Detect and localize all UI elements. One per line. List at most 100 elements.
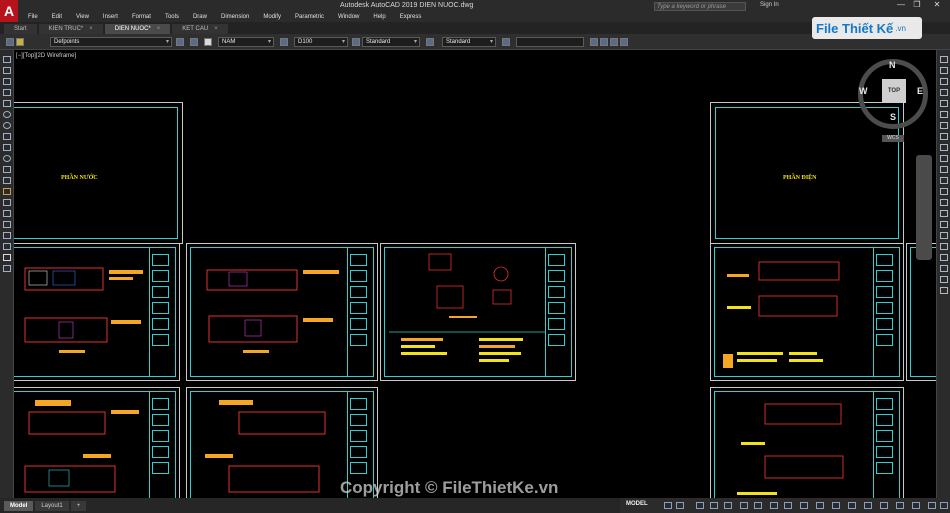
multileader-style-dropdown[interactable] [516,37,584,47]
menu-format[interactable]: Format [132,14,151,20]
polar-icon[interactable] [710,502,718,509]
join-icon[interactable] [940,188,948,195]
erase-icon[interactable] [940,56,948,63]
dim-style-dropdown[interactable]: Standard ▾ [442,37,496,47]
chamfer-icon[interactable] [940,199,948,206]
point-icon[interactable] [3,199,11,206]
menu-express[interactable]: Express [400,14,422,20]
circle-icon[interactable] [3,122,11,129]
isodraft-icon[interactable] [724,502,732,509]
drawing-canvas[interactable]: [−][Top][2D Wireframe] PHẦN NƯỚC PHẦN ĐI… [14,50,936,498]
tab-dien-nuoc[interactable]: DIEN NUOC* × [104,24,171,34]
menu-help[interactable]: Help [373,14,385,20]
gradient-icon[interactable] [3,221,11,228]
viewcube-top-face[interactable]: TOP [882,79,906,103]
viewport-controls[interactable]: [−][Top][2D Wireframe] [16,53,76,59]
close-icon[interactable]: × [214,26,218,32]
model-space-button[interactable]: MODEL [626,501,648,507]
transparency-icon[interactable] [784,502,792,509]
compass-south[interactable]: S [890,112,896,122]
tab-layout1[interactable]: Layout1 [35,500,69,511]
customization-icon[interactable] [940,502,948,509]
arc-icon[interactable] [3,111,11,118]
make-block-icon[interactable] [3,188,11,195]
object-track-icon[interactable] [740,502,748,509]
osnap-icon[interactable] [754,502,762,509]
dim-angular-icon[interactable] [940,265,948,272]
text-style-dropdown[interactable]: Standard ▾ [362,37,420,47]
annotation-monitor-icon[interactable] [848,502,856,509]
revcloud-icon[interactable] [3,133,11,140]
ortho-icon[interactable] [696,502,704,509]
menu-dimension[interactable]: Dimension [221,14,249,20]
ellipse-arc-icon[interactable] [3,166,11,173]
add-layout-button[interactable]: + [70,500,87,511]
grid-icon[interactable] [664,502,672,509]
dim-aligned-icon[interactable] [940,243,948,250]
scale-icon[interactable] [940,133,948,140]
tool-icon[interactable] [620,38,628,46]
spline-icon[interactable] [3,144,11,151]
annotation-scale-icon[interactable] [816,502,824,509]
isolate-objects-icon[interactable] [896,502,904,509]
array-icon[interactable] [940,100,948,107]
lineweight-icon[interactable] [770,502,778,509]
match-layer-icon[interactable] [190,38,198,46]
close-icon[interactable]: × [157,26,161,32]
help-search-input[interactable]: Type a keyword or phrase [654,2,746,11]
linetype-dropdown[interactable]: D100 ▾ [294,37,348,47]
menu-draw[interactable]: Draw [193,14,207,20]
menu-file[interactable]: File [28,14,38,20]
menu-modify[interactable]: Modify [263,14,281,20]
make-current-icon[interactable] [176,38,184,46]
clean-screen-icon[interactable] [928,502,936,509]
region-icon[interactable] [3,232,11,239]
navigation-bar[interactable] [916,155,932,260]
dim-baseline-icon[interactable] [940,276,948,283]
polyline-icon[interactable] [3,78,11,85]
dim-continue-icon[interactable] [940,287,948,294]
insert-block-icon[interactable] [3,177,11,184]
autocad-app-menu-button[interactable]: A [0,0,18,22]
layer-dropdown[interactable]: Defpoints ▾ [50,37,172,47]
hardware-acceleration-icon[interactable] [912,502,920,509]
quick-properties-icon[interactable] [880,502,888,509]
extend-icon[interactable] [940,166,948,173]
tab-kien-truc[interactable]: KIEN TRUC* × [38,24,103,34]
dim-radius-icon[interactable] [940,254,948,261]
stretch-icon[interactable] [940,144,948,151]
construction-line-icon[interactable] [3,67,11,74]
lightbulb-icon[interactable] [16,38,24,46]
move-icon[interactable] [940,111,948,118]
wcs-menu[interactable]: WCS [882,135,904,142]
workspace-icon[interactable] [832,502,840,509]
menu-tools[interactable]: Tools [165,14,179,20]
snap-icon[interactable] [676,502,684,509]
trim-icon[interactable] [940,155,948,162]
line-icon[interactable] [3,56,11,63]
compass-east[interactable]: E [917,86,923,96]
tool-icon[interactable] [590,38,598,46]
fillet-icon[interactable] [940,210,948,217]
table-icon[interactable] [3,243,11,250]
tab-model[interactable]: Model [4,500,34,511]
hatch-icon[interactable] [3,210,11,217]
explode-icon[interactable] [940,221,948,228]
ellipse-icon[interactable] [3,155,11,162]
tool-icon[interactable] [610,38,618,46]
menu-window[interactable]: Window [338,14,359,20]
close-button[interactable]: ✕ [930,0,944,10]
restore-button[interactable]: ❐ [910,0,924,10]
menu-parametric[interactable]: Parametric [295,14,324,20]
menu-view[interactable]: View [76,14,89,20]
multiline-text-icon[interactable] [3,254,11,261]
polygon-icon[interactable] [3,89,11,96]
sign-in-link[interactable]: Sign In [760,2,779,8]
menu-insert[interactable]: Insert [103,14,118,20]
compass-north[interactable]: N [889,60,896,70]
close-icon[interactable]: × [89,26,93,32]
minimize-button[interactable]: — [894,0,908,10]
color-dropdown[interactable]: NAM ▾ [218,37,274,47]
tab-start[interactable]: Start [4,24,37,34]
rotate-icon[interactable] [940,122,948,129]
